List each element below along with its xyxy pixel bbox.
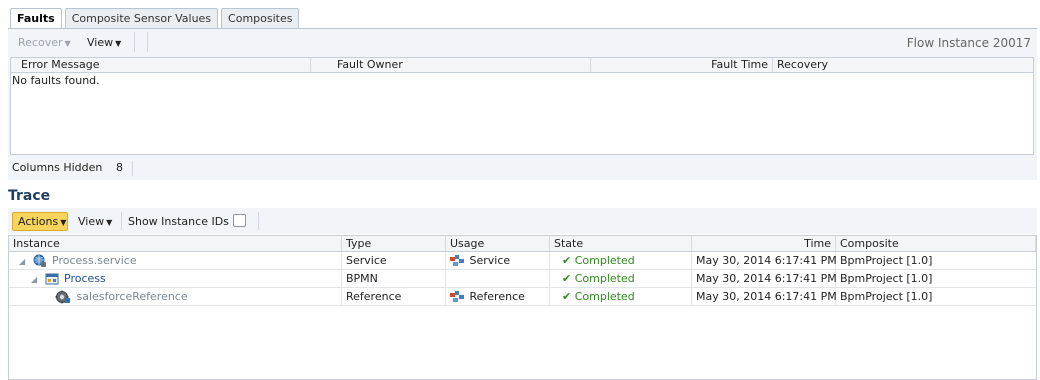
reference-gear-icon xyxy=(55,290,70,304)
view-label: View xyxy=(87,36,114,49)
usage-cell xyxy=(446,270,550,287)
state-cell: ✔ Completed xyxy=(550,288,692,305)
column-type[interactable]: Type xyxy=(342,236,446,251)
tab-composites[interactable]: Composites xyxy=(221,8,300,28)
composite-cell: BpmProject [1.0] xyxy=(840,272,933,285)
column-instance[interactable]: Instance xyxy=(9,236,342,251)
state-label: Completed xyxy=(574,290,635,303)
columns-hidden-label: Columns Hidden xyxy=(12,161,103,174)
composite-cell: BpmProject [1.0] xyxy=(840,290,933,303)
state-label: Completed xyxy=(574,254,635,267)
toolbar-separator xyxy=(134,32,135,52)
checkmark-icon: ✔ xyxy=(562,290,572,303)
show-instance-ids-checkbox[interactable] xyxy=(233,214,246,227)
tab-composite-sensor-values[interactable]: Composite Sensor Values xyxy=(64,8,219,28)
chevron-down-icon: ▼ xyxy=(64,39,71,48)
faults-table: Error Message Fault Owner Fault Time Rec… xyxy=(10,57,1034,155)
empty-message: No faults found. xyxy=(12,74,100,87)
collapse-triangle-icon[interactable]: ◢ xyxy=(19,253,29,270)
usage-label: Service xyxy=(469,254,511,267)
usage-cell: Service xyxy=(446,252,550,269)
instance-link[interactable]: salesforceReference xyxy=(77,290,188,303)
faults-toolbar: Recover ▼ View ▼ Flow Instance 20017 xyxy=(8,29,1037,55)
instance-cell: ◢ Process.service xyxy=(9,252,342,269)
trace-title: Trace xyxy=(8,188,51,204)
footer-separator xyxy=(132,161,133,176)
table-row[interactable]: ◢ Process.service Service Service ✔ Comp… xyxy=(9,252,1036,270)
trace-table-header: Instance Type Usage State Time Composite xyxy=(9,236,1036,252)
column-usage[interactable]: Usage xyxy=(446,236,550,251)
checkmark-icon: ✔ xyxy=(562,254,572,267)
column-state[interactable]: State xyxy=(550,236,692,251)
chevron-down-icon: ▼ xyxy=(106,218,113,227)
type-cell: Reference xyxy=(342,288,446,305)
instance-cell: ◢ Process xyxy=(9,270,342,287)
columns-hidden-count[interactable]: 8 xyxy=(116,157,123,179)
time-cell: May 30, 2014 6:17:41 PM xyxy=(692,252,837,269)
instance-link[interactable]: Process.service xyxy=(52,254,137,267)
reference-usage-icon xyxy=(450,291,464,302)
actions-menu-button[interactable]: Actions ▼ xyxy=(12,212,68,231)
actions-label: Actions xyxy=(18,215,59,228)
column-recovery[interactable]: Recovery xyxy=(773,58,1035,72)
column-error-message[interactable]: Error Message xyxy=(11,58,311,72)
column-fault-time[interactable]: Fault Time xyxy=(591,58,773,72)
service-globe-icon xyxy=(33,254,46,267)
usage-label: Reference xyxy=(469,290,525,303)
trace-view-menu[interactable]: View ▼ xyxy=(78,215,112,228)
collapse-triangle-icon[interactable]: ◢ xyxy=(31,271,41,288)
type-cell: Service xyxy=(342,252,446,269)
state-cell: ✔ Completed xyxy=(550,252,692,269)
toolbar-separator xyxy=(258,212,259,230)
faults-panel: Recover ▼ View ▼ Flow Instance 20017 Error… xyxy=(8,29,1037,180)
recover-label: Recover xyxy=(18,36,63,49)
trace-toolbar: Actions ▼ View ▼ Show Instance IDs xyxy=(8,208,1037,234)
instance-cell: salesforceReference xyxy=(9,288,342,305)
view-label: View xyxy=(78,215,105,228)
faults-view-menu[interactable]: View ▼ xyxy=(87,35,121,51)
checkmark-icon: ✔ xyxy=(562,272,572,285)
trace-table: Instance Type Usage State Time Composite… xyxy=(8,235,1037,380)
show-instance-ids-label: Show Instance IDs xyxy=(128,215,229,228)
column-time[interactable]: Time xyxy=(692,236,836,251)
instance-link[interactable]: Process xyxy=(64,272,106,285)
column-fault-owner[interactable]: Fault Owner xyxy=(311,58,591,72)
table-row[interactable]: salesforceReference Reference Reference … xyxy=(9,288,1036,306)
usage-cell: Reference xyxy=(446,288,550,305)
bpmn-process-icon xyxy=(45,273,58,285)
column-composite[interactable]: Composite xyxy=(836,236,1036,251)
chevron-down-icon: ▼ xyxy=(115,39,122,48)
tab-bar: Faults Composite Sensor Values Composite… xyxy=(10,8,302,29)
toolbar-separator xyxy=(121,212,122,230)
table-row[interactable]: ◢ Process BPMN ✔ Completed May 30, 2014 … xyxy=(9,270,1036,288)
type-cell: BPMN xyxy=(342,270,446,287)
time-cell: May 30, 2014 6:17:41 PM xyxy=(692,288,837,305)
toolbar-separator xyxy=(147,32,148,52)
chevron-down-icon: ▼ xyxy=(60,218,67,227)
flow-instance-label: Flow Instance 20017 xyxy=(906,36,1031,50)
service-usage-icon xyxy=(450,255,464,266)
state-label: Completed xyxy=(574,272,635,285)
faults-table-header: Error Message Fault Owner Fault Time Rec… xyxy=(11,58,1033,73)
recover-button[interactable]: Recover ▼ xyxy=(18,35,71,51)
time-cell: May 30, 2014 6:17:41 PM xyxy=(692,270,837,287)
tab-faults[interactable]: Faults xyxy=(10,8,62,29)
composite-cell: BpmProject [1.0] xyxy=(840,254,933,267)
state-cell: ✔ Completed xyxy=(550,270,692,287)
